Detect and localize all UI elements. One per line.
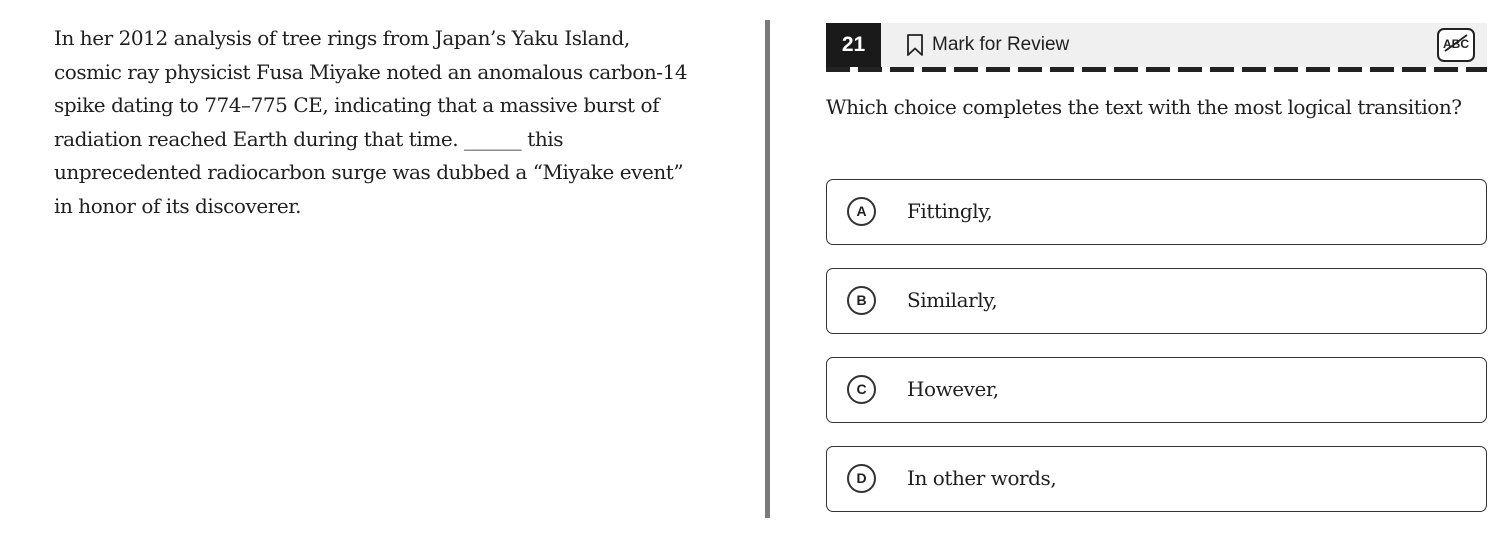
bookmark-icon: [906, 33, 924, 57]
header-dashed-divider: [826, 67, 1487, 72]
question-header: 21 Mark for Review ABC: [826, 23, 1487, 67]
question-number: 21: [826, 23, 881, 67]
choice-b[interactable]: B Similarly,: [826, 268, 1487, 334]
choice-c[interactable]: C However,: [826, 357, 1487, 423]
question-prompt: Which choice completes the text with the…: [826, 95, 1462, 119]
choice-text-b: Similarly,: [907, 288, 998, 312]
pane-divider[interactable]: [765, 20, 770, 518]
abc-strikethrough-button[interactable]: ABC: [1437, 28, 1475, 62]
choice-letter-c: C: [847, 375, 876, 404]
choice-letter-d: D: [847, 464, 876, 493]
choice-text-a: Fittingly,: [907, 199, 993, 223]
choice-letter-b: B: [847, 286, 876, 315]
passage-text: In her 2012 analysis of tree rings from …: [54, 26, 688, 218]
mark-for-review-button[interactable]: Mark for Review: [906, 23, 1069, 67]
choice-text-d: In other words,: [907, 466, 1057, 490]
choice-d[interactable]: D In other words,: [826, 446, 1487, 512]
passage-pane: In her 2012 analysis of tree rings from …: [0, 0, 764, 560]
choice-text-c: However,: [907, 377, 999, 401]
abc-strikethrough-icon: ABC: [1441, 32, 1471, 58]
mark-for-review-label: Mark for Review: [932, 34, 1070, 55]
choice-letter-a: A: [847, 197, 876, 226]
choice-a[interactable]: A Fittingly,: [826, 179, 1487, 245]
